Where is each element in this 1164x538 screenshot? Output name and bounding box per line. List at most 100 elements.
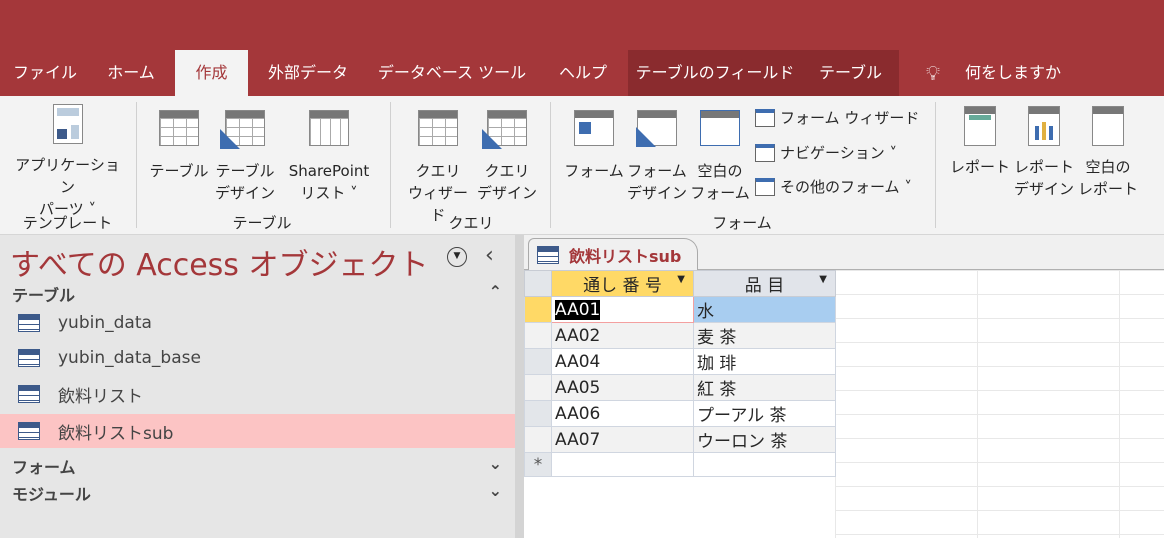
tab-file[interactable]: ファイル [10,50,80,96]
query-design-icon [482,110,527,149]
cell[interactable]: AA04 [551,348,694,375]
form-icon [574,110,614,146]
nav-item[interactable]: 飲料リスト [0,377,515,411]
form-design-icon [636,110,677,147]
report-design-button[interactable]: レポート デザイン [1012,104,1076,200]
cell[interactable]: AA06 [551,400,694,427]
table-icon [159,110,199,146]
label: 通し 番 号 [583,276,662,296]
report-button[interactable]: レポート [948,104,1012,178]
label: デザイン [626,184,687,202]
select-all-corner[interactable] [524,270,552,297]
document-tab[interactable]: 飲料リストsub [528,238,698,271]
cell[interactable]: AA02 [551,322,694,349]
form-wizard-button[interactable]: フォーム ウィザード [755,106,919,130]
label: ナビゲーション ˅ [780,144,897,162]
application-parts-icon [46,104,90,148]
cell[interactable]: AA01 [551,296,694,323]
application-parts-button[interactable]: アプリケーション パーツ ˅ [10,104,125,220]
label: リスト ˅ [300,184,358,202]
sharepoint-list-icon [309,110,349,146]
table-row: AA02 麦 茶 [524,322,836,349]
cell[interactable]: 紅 茶 [693,374,836,401]
cell[interactable]: AA07 [551,426,694,453]
label: 飲料リストsub [58,423,174,444]
query-design-button[interactable]: クエリ デザイン [474,104,540,204]
row-selector[interactable] [524,296,552,323]
label: アプリケーション [15,156,120,196]
cell[interactable]: 水 [693,296,836,323]
label: フォーム [690,184,750,202]
navigation-button[interactable]: ナビゲーション ˅ [755,141,897,165]
report-icon [964,106,996,146]
tell-me-search[interactable]: 何をしますか [958,50,1068,96]
row-selector[interactable] [524,426,552,453]
nav-section-forms[interactable]: フォーム ⌄ [12,454,502,478]
nav-section-modules[interactable]: モジュール ⌄ [12,481,502,505]
label: レポート [1077,180,1138,198]
sharepoint-list-button[interactable]: SharePoint リスト ˅ [280,104,378,204]
row-selector[interactable] [524,322,552,349]
new-record-icon[interactable]: * [524,452,552,477]
separator [935,102,936,228]
navigation-icon [755,144,775,162]
cell[interactable]: 麦 茶 [693,322,836,349]
table-icon [18,422,40,440]
cell[interactable]: 珈 琲 [693,348,836,375]
blank-report-button[interactable]: 空白の レポート [1076,104,1140,200]
form-wizard-icon [755,109,775,127]
more-forms-button[interactable]: その他のフォーム ˅ [755,175,912,199]
cell[interactable] [693,452,836,477]
label: 空白の [1085,158,1131,176]
table-row: AA01 水 [524,296,836,323]
tab-table-fields[interactable]: テーブルのフィールド [635,50,795,96]
ribbon: アプリケーション パーツ ˅ テンプレート テーブル テーブル デザイン Sha… [0,96,1164,235]
collapse-pane-icon[interactable]: ‹ [485,243,494,268]
table-row: AA05 紅 茶 [524,374,836,401]
pane-splitter[interactable] [515,235,524,538]
blank-form-button[interactable]: 空白の フォーム [688,104,752,204]
tab-table[interactable]: テーブル [808,50,893,96]
ribbon-tabs: ファイル ホーム 作成 外部データ データベース ツール ヘルプ テーブルのフィ… [0,50,1164,96]
label: テーブル [149,162,209,180]
label: フォーム [12,458,76,477]
nav-item-selected[interactable]: 飲料リストsub [0,414,515,448]
nav-item[interactable]: yubin_data [0,306,515,340]
table-button[interactable]: テーブル [146,104,212,182]
label: 品 目 [744,276,785,296]
nav-section-tables[interactable]: テーブル ⌃ [12,282,502,306]
dropdown-arrow-icon[interactable]: ▼ [677,274,685,285]
table-design-button[interactable]: テーブル デザイン [212,104,278,204]
lightbulb-icon[interactable]: 💡︎ [918,50,948,96]
query-wizard-button[interactable]: クエリ ウィザード [402,104,474,226]
dropdown-arrow-icon[interactable]: ▼ [819,274,827,285]
nav-pane-title[interactable]: すべての Access オブジェクト [10,240,428,284]
label: デザイン [214,184,275,202]
column-header[interactable]: 品 目 ▼ [693,270,836,297]
row-selector[interactable] [524,400,552,427]
label: レポート [1013,158,1074,176]
cell[interactable]: ウーロン 茶 [693,426,836,453]
tab-home[interactable]: ホーム [95,50,167,96]
label: フォーム [627,162,687,180]
chevron-down-icon: ⌄ [488,481,502,500]
cell[interactable]: AA05 [551,374,694,401]
separator [390,102,391,228]
cell[interactable] [551,452,694,477]
form-button[interactable]: フォーム [562,104,626,182]
tab-help[interactable]: ヘルプ [548,50,618,96]
tab-database-tools[interactable]: データベース ツール [372,50,532,96]
column-header[interactable]: 通し 番 号 ▼ [551,270,694,297]
tab-external-data[interactable]: 外部データ [258,50,358,96]
cell[interactable]: プーアル 茶 [693,400,836,427]
table-row: AA07 ウーロン 茶 [524,426,836,453]
group-label-table: テーブル [232,214,292,232]
row-selector[interactable] [524,348,552,375]
row-selector[interactable] [524,374,552,401]
table-icon [18,349,40,367]
nav-item[interactable]: yubin_data_base [0,341,515,375]
label: フォーム [564,162,624,180]
tab-create[interactable]: 作成 [175,50,248,96]
nav-menu-dropdown-icon[interactable]: ▼ [447,247,467,267]
form-design-button[interactable]: フォーム デザイン [626,104,688,204]
